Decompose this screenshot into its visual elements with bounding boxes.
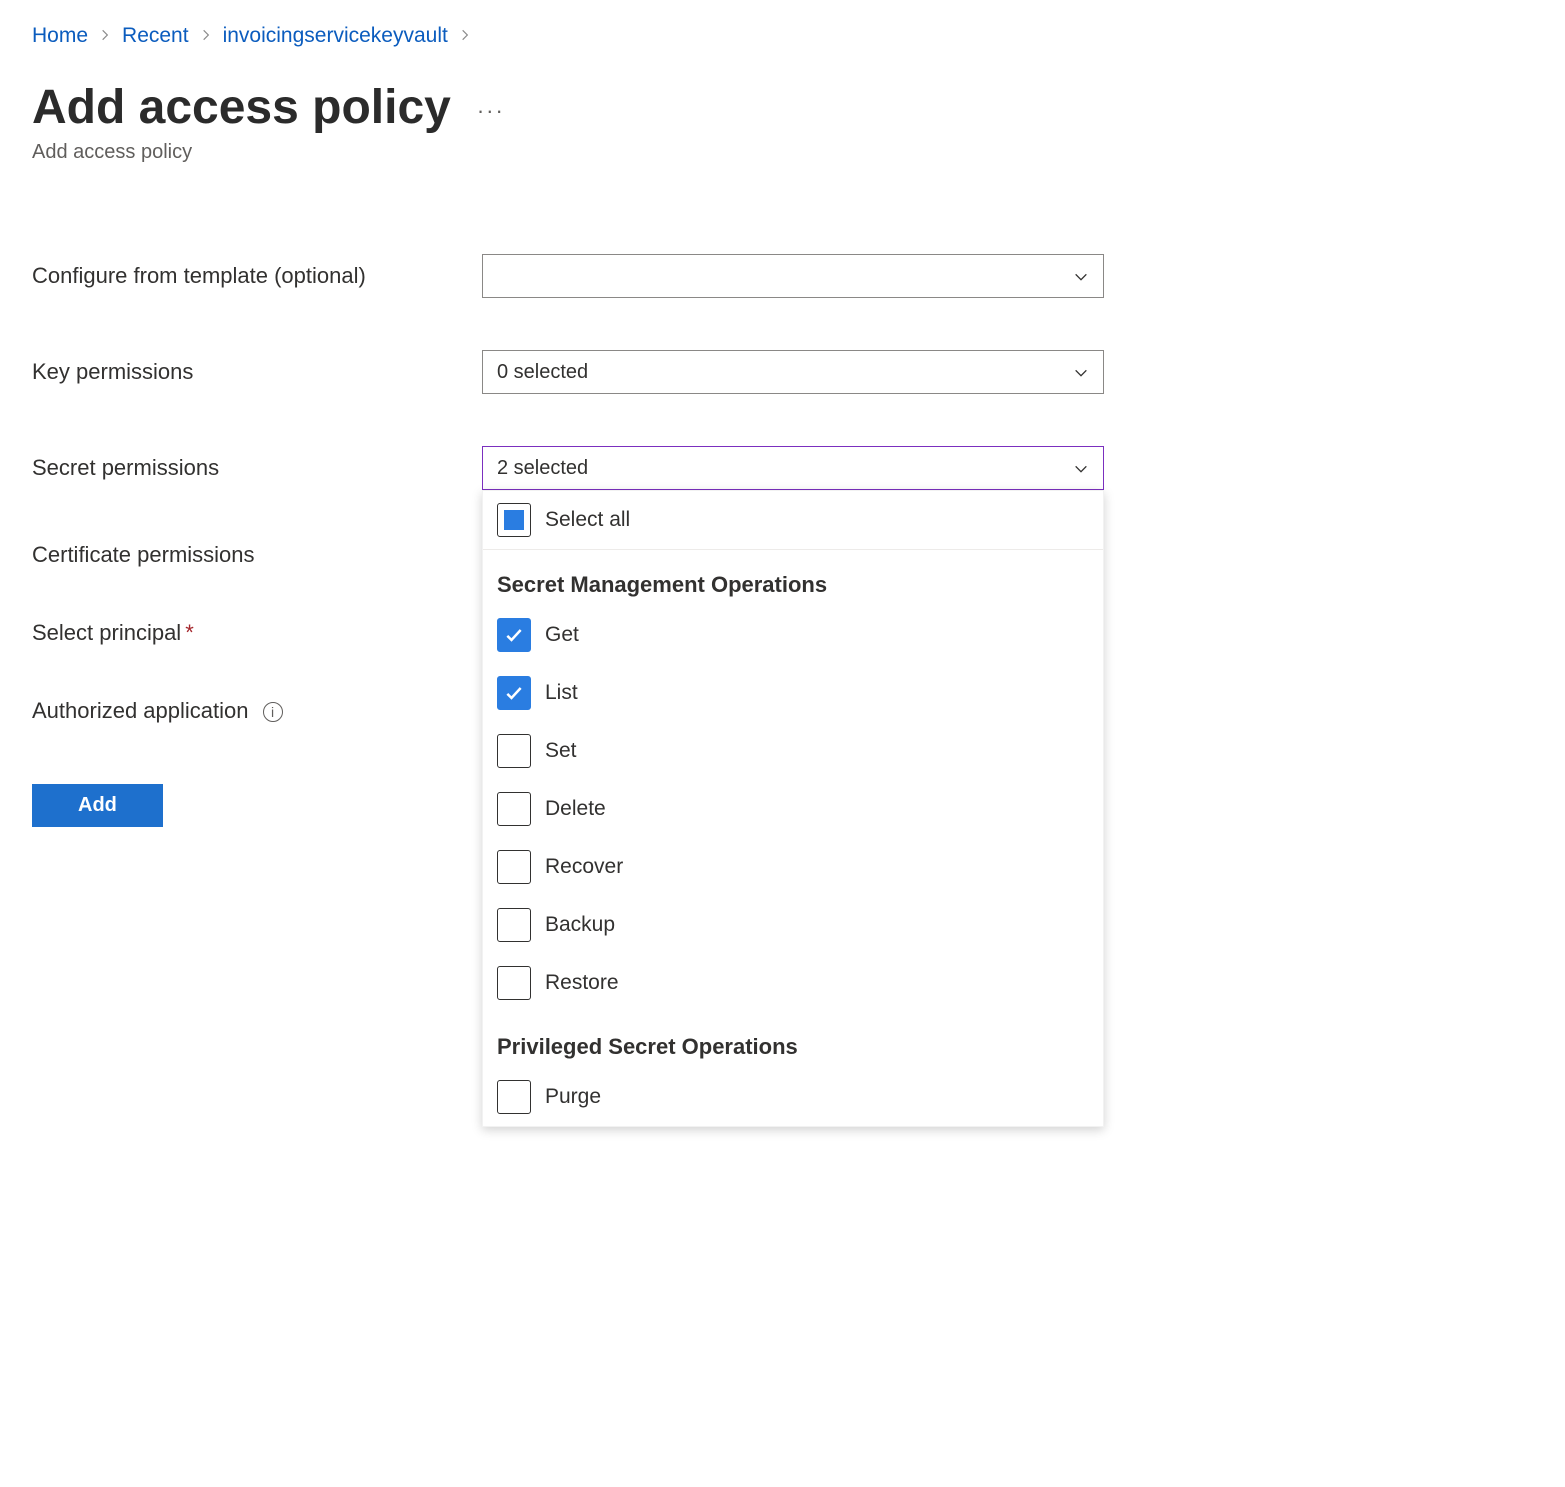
option-purge-label: Purge <box>545 1085 601 1109</box>
checkbox-set[interactable] <box>497 734 531 768</box>
chevron-down-icon <box>1073 268 1089 284</box>
breadcrumb: Home Recent invoicingservicekeyvault <box>32 24 1533 48</box>
checkbox-purge[interactable] <box>497 1080 531 1114</box>
secret-permissions-select[interactable]: 2 selected <box>482 446 1104 490</box>
page-subtitle: Add access policy <box>32 141 1533 164</box>
secret-permissions-label: Secret permissions <box>32 455 482 481</box>
option-backup-label: Backup <box>545 913 615 937</box>
chevron-right-icon <box>98 25 112 48</box>
option-set-label: Set <box>545 739 577 763</box>
secret-permissions-dropdown: Select all Secret Management Operations … <box>482 490 1104 1127</box>
option-restore[interactable]: Restore <box>483 954 1103 1012</box>
option-get[interactable]: Get <box>483 606 1103 664</box>
key-permissions-select[interactable]: 0 selected <box>482 350 1104 394</box>
breadcrumb-recent[interactable]: Recent <box>122 24 189 48</box>
option-restore-label: Restore <box>545 971 619 995</box>
checkbox-delete[interactable] <box>497 792 531 826</box>
option-get-label: Get <box>545 623 579 647</box>
more-actions-button[interactable]: ··· <box>477 98 505 124</box>
option-recover[interactable]: Recover <box>483 838 1103 896</box>
key-permissions-value: 0 selected <box>497 361 588 384</box>
option-recover-label: Recover <box>545 855 623 879</box>
option-delete-label: Delete <box>545 797 606 821</box>
certificate-permissions-label: Certificate permissions <box>32 542 482 568</box>
breadcrumb-home[interactable]: Home <box>32 24 88 48</box>
select-all-option[interactable]: Select all <box>483 491 1103 550</box>
select-all-checkbox[interactable] <box>497 503 531 537</box>
info-icon[interactable]: i <box>263 702 283 722</box>
key-permissions-label: Key permissions <box>32 359 482 385</box>
select-all-label: Select all <box>545 508 630 532</box>
authorized-application-label: Authorized application i <box>32 698 482 724</box>
chevron-right-icon <box>458 25 472 48</box>
chevron-down-icon <box>1073 364 1089 380</box>
checkbox-recover[interactable] <box>497 850 531 884</box>
secret-permissions-value: 2 selected <box>497 457 588 480</box>
option-list-label: List <box>545 681 578 705</box>
template-label: Configure from template (optional) <box>32 263 482 289</box>
option-backup[interactable]: Backup <box>483 896 1103 954</box>
required-indicator: * <box>185 620 194 645</box>
page-title: Add access policy <box>32 80 451 135</box>
section-title-management: Secret Management Operations <box>483 550 1103 606</box>
section-title-privileged: Privileged Secret Operations <box>483 1012 1103 1068</box>
breadcrumb-resource[interactable]: invoicingservicekeyvault <box>223 24 448 48</box>
select-principal-label: Select principal* <box>32 620 482 646</box>
chevron-right-icon <box>199 25 213 48</box>
option-delete[interactable]: Delete <box>483 780 1103 838</box>
add-button[interactable]: Add <box>32 784 163 827</box>
checkbox-backup[interactable] <box>497 908 531 942</box>
checkbox-restore[interactable] <box>497 966 531 1000</box>
option-list[interactable]: List <box>483 664 1103 722</box>
checkbox-get[interactable] <box>497 618 531 652</box>
option-purge[interactable]: Purge <box>483 1068 1103 1126</box>
checkbox-list[interactable] <box>497 676 531 710</box>
chevron-down-icon <box>1073 460 1089 476</box>
template-select[interactable] <box>482 254 1104 298</box>
option-set[interactable]: Set <box>483 722 1103 780</box>
